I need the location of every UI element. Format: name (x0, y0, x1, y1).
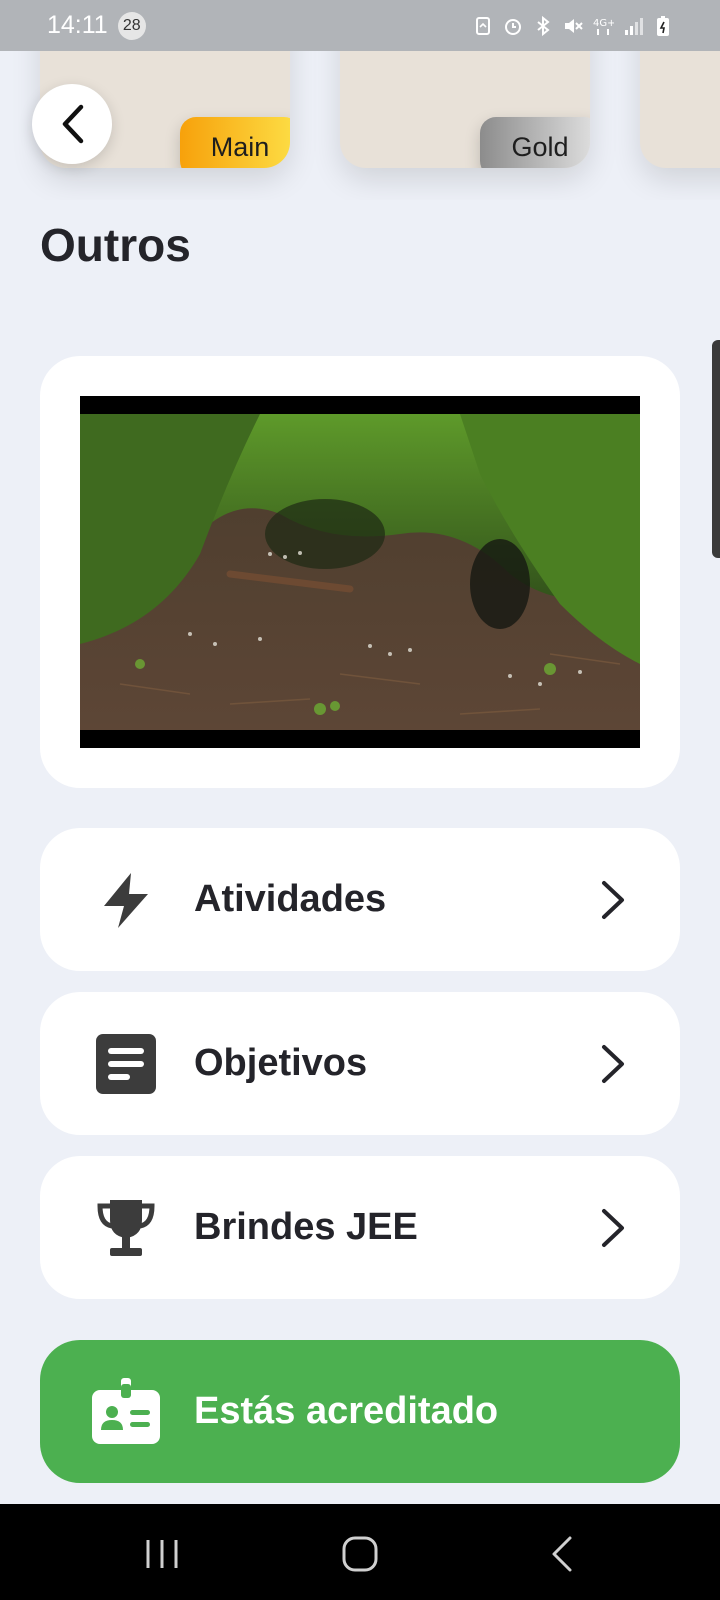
status-bar: 14:11 28 4G+ (0, 0, 720, 51)
video-card[interactable] (40, 356, 680, 788)
mute-icon (565, 18, 583, 33)
trophy-icon (97, 1199, 155, 1256)
side-panel-handle[interactable] (712, 340, 720, 558)
4g-icon: 4G+ (593, 18, 614, 35)
video-player[interactable] (80, 396, 640, 748)
back-icon[interactable] (542, 1532, 586, 1576)
recent-apps-icon[interactable] (140, 1532, 184, 1576)
chevron-right-icon (602, 1044, 624, 1083)
id-badge-icon (92, 1377, 160, 1444)
document-icon (96, 1033, 156, 1094)
menu-item-atividades[interactable]: Atividades (40, 828, 680, 971)
chevron-right-icon (602, 880, 624, 919)
notification-count-badge: 28 (117, 11, 146, 40)
chevron-left-icon (62, 104, 84, 144)
accreditation-label: Estás acreditado (194, 1390, 499, 1432)
menu-item-label: Atividades (194, 878, 387, 920)
svg-text:4G+: 4G+ (593, 18, 614, 29)
battery-icon (657, 15, 669, 36)
bluetooth-icon (537, 15, 550, 36)
recycle-icon (476, 16, 490, 35)
menu-item-brindes[interactable]: Brindes JEE (40, 1156, 680, 1299)
chevron-right-icon (602, 1208, 624, 1247)
menu-item-label: Brindes JEE (194, 1206, 418, 1248)
home-icon[interactable] (338, 1532, 382, 1576)
menu-item-label: Objetivos (194, 1042, 368, 1084)
tier-badge-main: Main (180, 117, 290, 168)
lightning-icon (104, 872, 148, 928)
section-title: Outros (40, 219, 191, 271)
signal-icon (625, 17, 643, 35)
video-thumbnail (80, 414, 640, 730)
tier-badge-gold: Gold (480, 117, 590, 168)
status-time: 14:11 (47, 11, 108, 39)
back-button[interactable] (32, 84, 112, 164)
accreditation-status-button[interactable]: Estás acreditado (40, 1340, 680, 1483)
menu-item-objetivos[interactable]: Objetivos (40, 992, 680, 1135)
alarm-icon (505, 18, 521, 35)
system-nav-bar (0, 1504, 720, 1600)
